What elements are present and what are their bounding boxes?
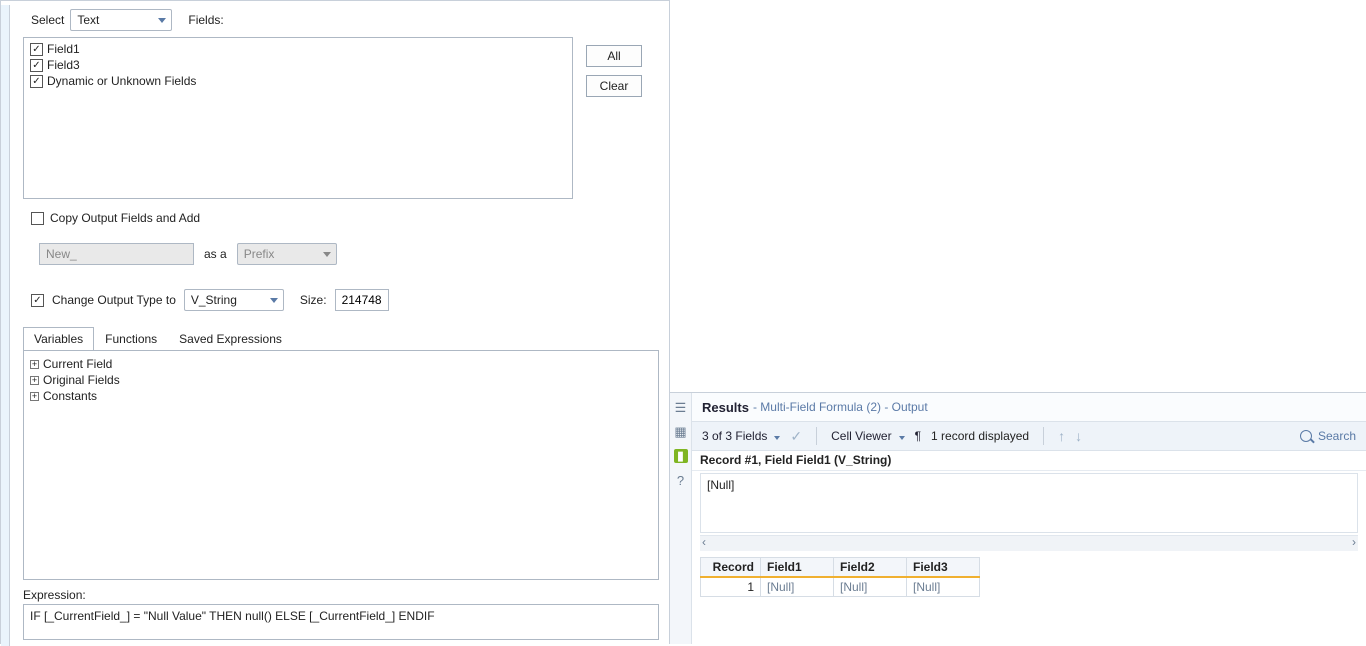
fields-label: Fields: [188, 13, 223, 27]
column-header[interactable]: Record [701, 558, 761, 578]
records-displayed-label: 1 record displayed [931, 429, 1029, 443]
field-label: Dynamic or Unknown Fields [47, 74, 196, 88]
clear-button[interactable]: Clear [586, 75, 642, 97]
search-box[interactable]: Search [1300, 429, 1356, 443]
size-input[interactable] [335, 289, 389, 311]
fields-picker[interactable]: 3 of 3 Fields [702, 429, 780, 443]
all-button[interactable]: All [586, 45, 642, 67]
field-checkbox-row[interactable]: Field3 [30, 58, 566, 72]
field-label: Field1 [47, 42, 80, 56]
cell[interactable]: [Null] [907, 577, 980, 597]
tree-item[interactable]: +Current Field [30, 357, 652, 371]
results-panel: ☰ ▦ ▮ ? Results - Multi-Field Formula (2… [670, 392, 1366, 644]
list-icon[interactable]: ☰ [674, 401, 688, 415]
copy-output-checkbox[interactable] [31, 212, 44, 225]
tab-variables[interactable]: Variables [23, 327, 94, 350]
search-icon [1300, 430, 1312, 442]
results-title-bar: Results - Multi-Field Formula (2) - Outp… [692, 393, 1366, 421]
field-checkbox-row[interactable]: Field1 [30, 42, 566, 56]
table-row: 1 [Null] [Null] [Null] [701, 577, 980, 597]
tree-item[interactable]: +Original Fields [30, 373, 652, 387]
results-toolbar: 3 of 3 Fields ✓ Cell Viewer ¶ 1 record d… [692, 421, 1366, 451]
cell[interactable]: [Null] [834, 577, 907, 597]
results-gutter: ☰ ▦ ▮ ? [670, 393, 692, 644]
expand-icon[interactable]: + [30, 392, 39, 401]
checkbox-icon[interactable] [30, 75, 43, 88]
check-icon[interactable]: ✓ [790, 428, 802, 445]
field-checkbox-row[interactable]: Dynamic or Unknown Fields [30, 74, 566, 88]
search-label: Search [1318, 429, 1356, 443]
config-panel: Select Text Fields: Field1 Field3 Dynami… [0, 0, 670, 644]
expression-label: Expression: [23, 588, 659, 602]
prefix-suffix-dropdown[interactable]: Prefix [237, 243, 337, 265]
checkbox-icon[interactable] [30, 43, 43, 56]
results-subtitle: - Multi-Field Formula (2) - Output [753, 400, 928, 414]
output-type-dropdown[interactable]: V_String [184, 289, 284, 311]
record-field-header: Record #1, Field Field1 (V_String) [692, 451, 1366, 471]
column-header[interactable]: Field1 [761, 558, 834, 578]
tab-saved-expressions[interactable]: Saved Expressions [168, 327, 293, 350]
workflow-canvas[interactable]: IF [_CurrentField_] = "Null Value" THEN … [670, 0, 1366, 392]
pilcrow-icon[interactable]: ¶ [915, 429, 921, 443]
field-label: Field3 [47, 58, 80, 72]
help-icon[interactable]: ? [674, 473, 688, 487]
separator [1043, 427, 1044, 445]
tree-item[interactable]: +Constants [30, 389, 652, 403]
workspace-panel: IF [_CurrentField_] = "Null Value" THEN … [670, 0, 1366, 644]
next-record-button[interactable]: ↓ [1075, 428, 1082, 444]
select-type-dropdown[interactable]: Text [70, 9, 172, 31]
grid-icon[interactable]: ▦ [674, 425, 688, 439]
checkbox-icon[interactable] [30, 59, 43, 72]
prev-record-button[interactable]: ↑ [1058, 428, 1065, 444]
results-grid: Record Field1 Field2 Field3 1 [Null] [Nu… [700, 557, 980, 597]
column-header[interactable]: Field3 [907, 558, 980, 578]
expression-tabs: Variables Functions Saved Expressions [23, 327, 659, 350]
record-icon[interactable]: ▮ [674, 449, 688, 463]
copy-output-label: Copy Output Fields and Add [50, 211, 200, 225]
cell[interactable]: [Null] [761, 577, 834, 597]
cell-viewer-picker[interactable]: Cell Viewer [831, 429, 904, 443]
cell[interactable]: 1 [701, 577, 761, 597]
size-label: Size: [300, 293, 327, 307]
expand-icon[interactable]: + [30, 360, 39, 369]
as-a-label: as a [204, 247, 227, 261]
record-value-view: [Null] [700, 473, 1358, 533]
results-title: Results [702, 400, 749, 415]
fields-list: Field1 Field3 Dynamic or Unknown Fields [23, 37, 573, 199]
prefix-input[interactable] [39, 243, 194, 265]
tab-functions[interactable]: Functions [94, 327, 168, 350]
expand-icon[interactable]: + [30, 376, 39, 385]
horizontal-scrollbar[interactable] [700, 535, 1358, 551]
column-header[interactable]: Field2 [834, 558, 907, 578]
change-type-label: Change Output Type to [52, 293, 176, 307]
variables-tree: +Current Field +Original Fields +Constan… [23, 350, 659, 580]
panel-tab-handle[interactable] [1, 5, 10, 646]
select-label: Select [31, 13, 64, 27]
change-type-checkbox[interactable] [31, 294, 44, 307]
separator [816, 427, 817, 445]
expression-editor[interactable]: IF [_CurrentField_] = "Null Value" THEN … [23, 604, 659, 640]
